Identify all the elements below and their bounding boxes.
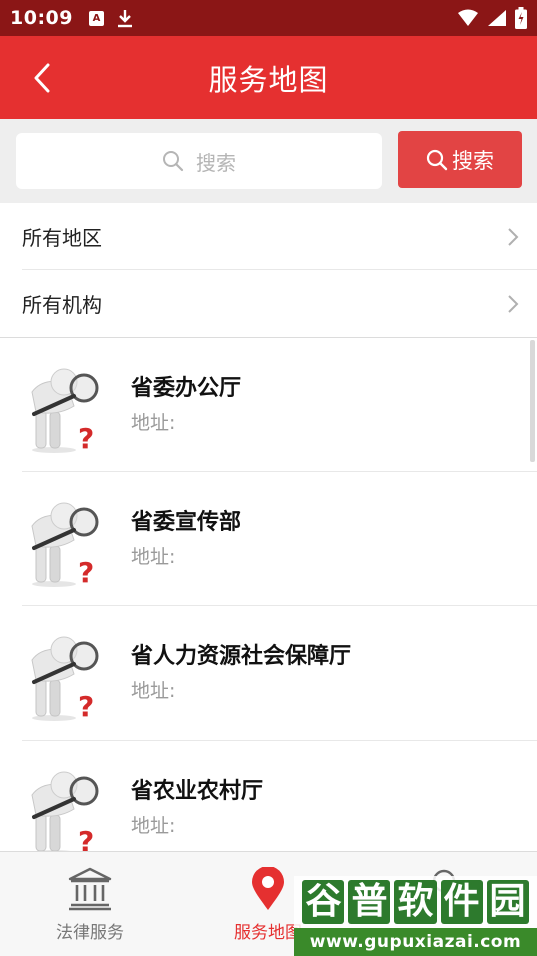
- item-address: 地址:: [131, 815, 176, 837]
- unknown-person-magnifier-icon: ?: [31, 368, 99, 454]
- status-time: 10:09: [10, 7, 73, 29]
- page-title: 服务地图: [208, 62, 329, 97]
- watermark-char: 谷: [302, 880, 345, 924]
- item-address: 地址:: [131, 412, 176, 434]
- item-name: 省人力资源社会保障厅: [131, 644, 352, 669]
- item-name: 省农业农村厅: [131, 779, 264, 804]
- item-name: 省委办公厅: [131, 376, 242, 401]
- watermark-char: 软: [394, 880, 437, 924]
- search-button[interactable]: 搜索: [398, 131, 522, 188]
- watermark-char: 件: [440, 880, 483, 924]
- watermark-url: www.gupuxiazai.com: [294, 928, 537, 956]
- search-input[interactable]: 搜索: [16, 133, 382, 189]
- app-bar: 服务地图: [0, 36, 537, 119]
- search-icon: [163, 151, 184, 172]
- list-item[interactable]: ? 省委宣传部 地址:: [0, 472, 537, 606]
- back-button[interactable]: [22, 58, 62, 98]
- item-address: 地址:: [131, 546, 176, 568]
- search-button-label: 搜索: [452, 148, 494, 173]
- search-icon: [426, 149, 448, 170]
- chevron-left-icon: [34, 63, 50, 93]
- svg-text:?: ?: [78, 556, 94, 588]
- item-name: 省委宣传部: [131, 510, 242, 535]
- chevron-right-icon: [508, 295, 519, 313]
- unknown-person-magnifier-icon: ?: [31, 636, 99, 722]
- item-address: 地址:: [131, 680, 176, 702]
- svg-text:?: ?: [78, 422, 94, 454]
- signal-icon: [488, 10, 506, 26]
- map-pin-icon: [252, 867, 284, 910]
- unknown-person-magnifier-icon: ?: [31, 502, 99, 588]
- filter-region-label: 所有地区: [22, 226, 102, 250]
- list-item[interactable]: ? 省委办公厅 地址:: [0, 338, 537, 472]
- nav-legal-services[interactable]: 法律服务: [40, 852, 140, 956]
- scrollbar[interactable]: [530, 340, 535, 462]
- filter-institution[interactable]: 所有机构: [0, 270, 537, 337]
- watermark-logo: 谷 普 软 件 园 www.gupuxiazai.com: [294, 876, 537, 956]
- chevron-right-icon: [508, 228, 519, 246]
- download-icon: [117, 10, 132, 28]
- battery-icon: [515, 7, 527, 29]
- filter-institution-label: 所有机构: [22, 293, 102, 317]
- nav-label: 法律服务: [56, 923, 124, 943]
- unknown-person-magnifier-icon: ?: [31, 771, 99, 851]
- search-area: 搜索 搜索: [0, 119, 537, 203]
- list-item[interactable]: ? 省人力资源社会保障厅 地址:: [0, 606, 537, 740]
- nav-label: 服务地图: [234, 923, 302, 943]
- watermark-char: 园: [486, 880, 529, 924]
- filter-region[interactable]: 所有地区: [0, 203, 537, 270]
- a-notification-icon: A: [88, 10, 104, 26]
- list-item[interactable]: ? 省农业农村厅 地址:: [0, 741, 537, 851]
- svg-text:?: ?: [78, 825, 94, 851]
- status-bar: 10:09 A: [0, 0, 537, 36]
- wifi-icon: [458, 9, 478, 26]
- bank-icon: [68, 867, 112, 911]
- search-placeholder: 搜索: [196, 150, 236, 175]
- watermark-char: 普: [348, 880, 391, 924]
- svg-text:?: ?: [78, 690, 94, 722]
